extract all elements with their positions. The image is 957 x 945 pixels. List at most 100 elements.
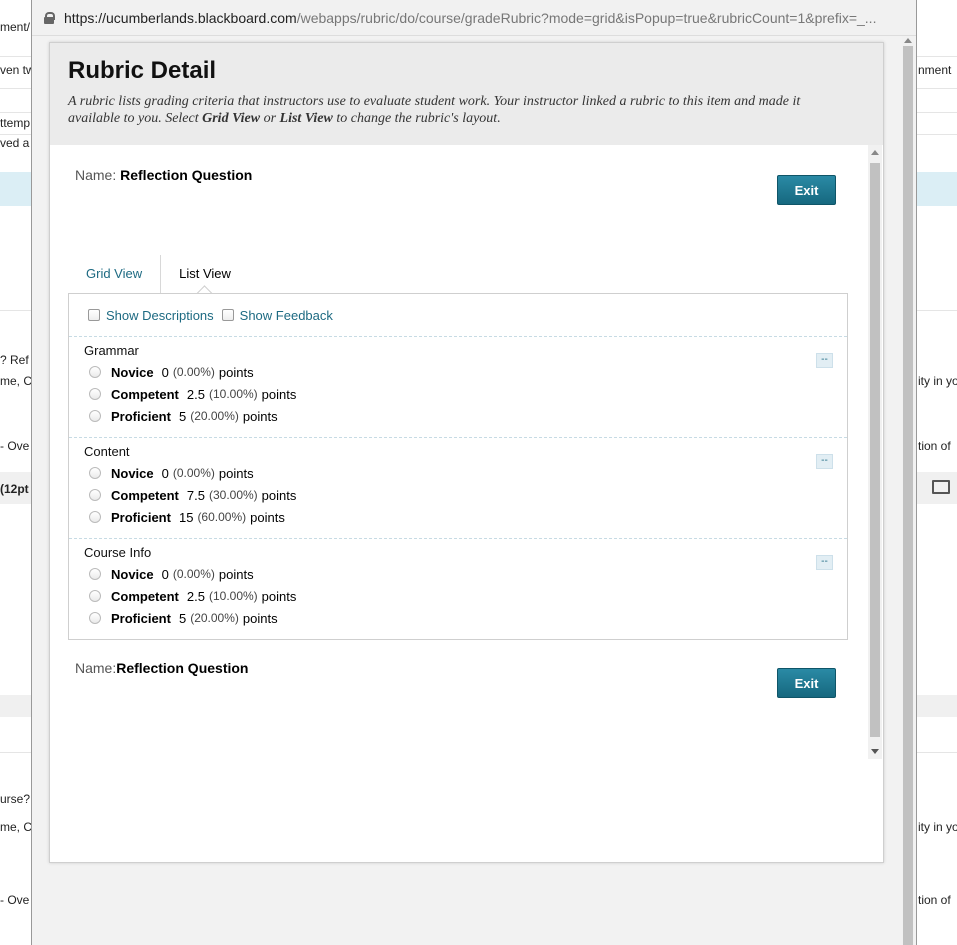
level-name: Competent [111, 386, 179, 402]
criterion-content: Content -- Novice 0 (0.00%) points Competen… [69, 438, 847, 539]
level-score: 7.5 [186, 487, 205, 503]
level-radio[interactable] [89, 489, 101, 501]
criterion-course-info: Course Info -- Novice 0 (0.00%) points Comp… [69, 539, 847, 640]
page-title: Rubric Detail [68, 57, 217, 84]
level-percent: (30.00%) [208, 488, 258, 502]
level-radio[interactable] [89, 467, 101, 479]
window-scrollbar[interactable] [902, 36, 914, 945]
level-radio[interactable] [89, 511, 101, 523]
background-text: ment/ [0, 20, 31, 34]
background-text: tion of [918, 439, 951, 453]
level-unit: points [218, 566, 254, 582]
level-radio[interactable] [89, 590, 101, 602]
level-row[interactable]: Competent 7.5 (30.00%) points [84, 484, 847, 506]
level-row[interactable]: Competent 2.5 (10.00%) points [84, 585, 847, 607]
level-radio[interactable] [89, 568, 101, 580]
level-radio[interactable] [89, 366, 101, 378]
level-row[interactable]: Proficient 15 (60.00%) points [84, 506, 847, 528]
scrollbar-thumb[interactable] [870, 163, 880, 737]
scroll-down-icon[interactable] [871, 749, 879, 754]
level-unit: points [250, 509, 285, 525]
level-percent: (10.00%) [208, 387, 258, 401]
content-scrollbar[interactable] [868, 145, 882, 759]
show-feedback-label[interactable]: Show Feedback [240, 308, 333, 323]
level-name: Competent [111, 588, 179, 604]
level-row[interactable]: Novice 0 (0.00%) points [84, 462, 847, 484]
background-text: (12pt [0, 482, 29, 496]
url-text: https://ucumberlands.blackboard.com/weba… [64, 10, 876, 26]
name-label: Name: [75, 660, 117, 676]
level-percent: (20.00%) [190, 409, 239, 423]
exit-button-footer[interactable]: Exit [777, 668, 836, 698]
tab-grid-view[interactable]: Grid View [68, 255, 160, 293]
level-score: 5 [178, 408, 187, 424]
scroll-up-icon[interactable] [904, 38, 912, 43]
level-radio[interactable] [89, 388, 101, 400]
url-path: /webapps/rubric/do/course/gradeRubric?mo… [296, 9, 877, 26]
show-descriptions-checkbox[interactable] [88, 309, 100, 321]
level-score: 0 [161, 364, 169, 380]
background-text: ity in yo [918, 820, 957, 834]
display-options: Show Descriptions Show Feedback [69, 294, 847, 337]
exit-button[interactable]: Exit [777, 175, 836, 205]
level-score: 2.5 [186, 386, 205, 402]
collapse-button[interactable]: -- [816, 555, 833, 570]
level-score: 5 [178, 610, 187, 626]
level-percent: (20.00%) [190, 611, 239, 625]
scroll-up-icon[interactable] [871, 150, 879, 155]
collapse-button[interactable]: -- [816, 353, 833, 368]
level-score: 0 [161, 465, 169, 481]
tab-list-view[interactable]: List View [160, 255, 249, 293]
level-score: 15 [178, 509, 194, 525]
background-text: - Ove [0, 439, 30, 453]
collapse-button[interactable]: -- [816, 454, 833, 469]
level-name: Proficient [111, 408, 171, 424]
name-label: Name: [75, 167, 117, 183]
level-unit: points [261, 588, 297, 604]
level-name: Proficient [111, 509, 171, 525]
background-text: ven tw [0, 63, 35, 77]
criterion-title: Grammar [84, 343, 139, 358]
lock-icon [44, 11, 55, 24]
background-text: tion of [918, 893, 951, 907]
criterion-title: Course Info [84, 545, 152, 560]
criterion-grammar: Grammar -- Novice 0 (0.00%) points Competen… [69, 337, 847, 438]
level-row[interactable]: Proficient 5 (20.00%) points [84, 405, 847, 427]
view-tabs: Grid View List View [68, 255, 249, 293]
show-feedback-checkbox[interactable] [221, 309, 234, 321]
name-value: Reflection Question [120, 167, 253, 183]
rubric-footer-name: Name:Reflection Question [75, 660, 248, 676]
level-unit: points [261, 487, 297, 503]
popup-window: https://ucumberlands.blackboard.com/weba… [31, 0, 917, 945]
background-text: ity in yo [918, 374, 957, 388]
rubric-intro: A rubric lists grading criteria that ins… [68, 93, 838, 127]
level-percent: (0.00%) [172, 365, 215, 379]
level-unit: points [242, 610, 278, 626]
intro-text: to change the rubric's layout. [332, 111, 501, 126]
level-row[interactable]: Novice 0 (0.00%) points [84, 563, 847, 585]
address-bar[interactable]: https://ucumberlands.blackboard.com/weba… [32, 0, 916, 36]
level-radio[interactable] [89, 612, 101, 624]
background-text: me, C [0, 374, 33, 388]
show-descriptions-label[interactable]: Show Descriptions [106, 308, 214, 323]
level-unit: points [218, 364, 254, 380]
intro-grid-view: Grid View [202, 111, 261, 126]
level-unit: points [218, 465, 254, 481]
rubric-detail-dialog: Rubric Detail A rubric lists grading cri… [49, 42, 884, 863]
level-row[interactable]: Novice 0 (0.00%) points [84, 361, 847, 383]
background-text: ? Ref [0, 353, 29, 367]
background-text: ved a [0, 136, 30, 150]
rubric-list-panel: Show Descriptions Show Feedback Grammar … [68, 293, 848, 640]
level-radio[interactable] [89, 410, 101, 422]
scrollbar-thumb[interactable] [903, 46, 913, 945]
background-text: nment [918, 63, 952, 77]
level-row[interactable]: Proficient 5 (20.00%) points [84, 607, 847, 629]
background-text: ttemp [0, 116, 31, 130]
level-percent: (0.00%) [172, 466, 215, 480]
level-unit: points [242, 408, 278, 424]
level-score: 0 [161, 566, 169, 582]
name-value: Reflection Question [116, 660, 249, 676]
level-row[interactable]: Competent 2.5 (10.00%) points [84, 383, 847, 405]
level-score: 2.5 [186, 588, 205, 604]
rubric-header: Rubric Detail A rubric lists grading cri… [50, 43, 883, 145]
